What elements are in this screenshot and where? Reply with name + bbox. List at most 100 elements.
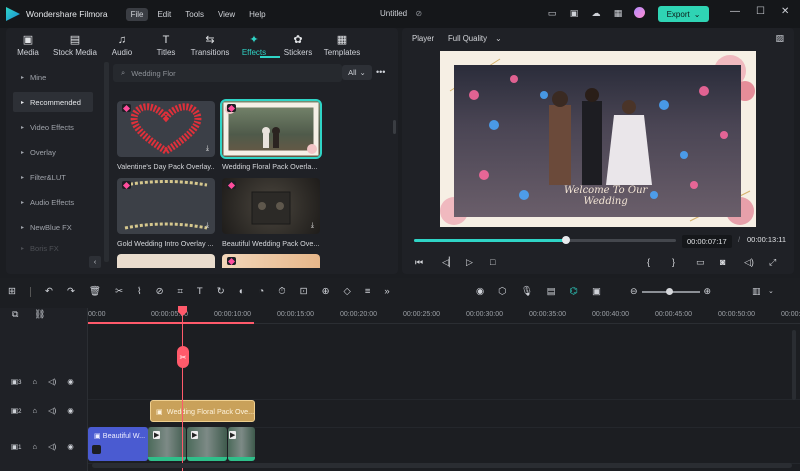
- microphone-icon[interactable]: 🎙: [521, 286, 533, 297]
- audio-split-icon[interactable]: ⌇: [137, 286, 142, 297]
- disable-icon[interactable]: ⊘: [156, 286, 164, 297]
- tab-titles[interactable]: T Titles: [144, 32, 188, 57]
- zoom-slider[interactable]: [641, 287, 700, 295]
- download-icon[interactable]: ⤓: [206, 145, 209, 153]
- volume-icon[interactable]: ◁): [744, 257, 754, 268]
- effect-thumbnail[interactable]: [220, 99, 322, 159]
- pip-icon[interactable]: ▣: [592, 286, 601, 297]
- snap-icon[interactable]: ⌬: [570, 286, 578, 297]
- zoom-in-icon[interactable]: ⊕: [704, 286, 712, 297]
- mask-icon[interactable]: ◇: [344, 286, 351, 297]
- zoom-out-icon[interactable]: ⊖: [630, 286, 638, 297]
- previous-frame-icon[interactable]: ⏮: [415, 257, 423, 268]
- eye-icon[interactable]: ◉: [67, 377, 74, 386]
- quality-dropdown[interactable]: Full Quality ⌄: [448, 34, 502, 43]
- cloud-upload-icon[interactable]: ☁: [590, 7, 602, 19]
- export-button[interactable]: Export ⌄: [658, 6, 709, 22]
- more-options-icon[interactable]: •••: [376, 67, 385, 77]
- effect-card[interactable]: [222, 254, 320, 268]
- text-icon[interactable]: T: [197, 286, 203, 297]
- sidebar-item-mine[interactable]: ▸ Mine: [13, 67, 93, 87]
- undo-icon[interactable]: ↶: [45, 286, 53, 297]
- snapshot-image-icon[interactable]: ▨: [775, 33, 784, 44]
- volume-icon[interactable]: ◁): [48, 377, 56, 386]
- progress-knob[interactable]: [561, 236, 570, 244]
- step-back-icon[interactable]: ◁▏: [442, 257, 456, 268]
- display-settings-icon[interactable]: ▭: [696, 257, 705, 268]
- menu-view[interactable]: View: [213, 8, 240, 21]
- volume-icon[interactable]: ◁): [48, 442, 56, 451]
- stop-icon[interactable]: □: [490, 257, 495, 267]
- sidebar-item-boris-fx[interactable]: ▸ Boris FX: [13, 242, 93, 254]
- snapshot-icon[interactable]: ◙: [720, 257, 725, 267]
- sidebar-item-overlay[interactable]: ▸ Overlay: [13, 142, 93, 162]
- menu-help[interactable]: Help: [244, 8, 270, 21]
- folder-icon[interactable]: ⌂: [32, 406, 37, 415]
- effect-clip[interactable]: ▣ Wedding Floral Pack Ove...: [150, 400, 255, 422]
- filter-dropdown[interactable]: All ⌄: [342, 65, 372, 80]
- layout-grid-icon[interactable]: ⊞: [8, 286, 16, 297]
- add-track-icon[interactable]: ⧉: [12, 309, 18, 320]
- playhead-line[interactable]: [182, 308, 183, 471]
- sidebar-item-audio-effects[interactable]: ▸ Audio Effects: [13, 192, 93, 212]
- crop-icon[interactable]: ⌗: [178, 286, 183, 297]
- speed-icon[interactable]: ◔: [258, 286, 264, 297]
- volume-icon[interactable]: ◁): [48, 406, 56, 415]
- fullscreen-icon[interactable]: ⤢: [769, 257, 776, 268]
- timeline-vertical-scrollbar[interactable]: [792, 330, 796, 400]
- tab-effects[interactable]: ✦ Effects: [232, 32, 276, 57]
- freeze-icon[interactable]: ⊡: [300, 286, 308, 297]
- effect-thumbnail[interactable]: [222, 254, 320, 268]
- chevron-down-icon[interactable]: ⌄: [768, 287, 774, 295]
- playhead-split-button[interactable]: ✂: [177, 346, 189, 368]
- sidebar-item-filter-lut[interactable]: ▸ Filter&LUT: [13, 167, 93, 187]
- effect-thumbnail[interactable]: ⤓: [222, 178, 320, 234]
- effect-thumbnail[interactable]: ⤓: [117, 101, 215, 157]
- eye-icon[interactable]: ◉: [67, 442, 74, 451]
- playback-progress-bar[interactable]: [414, 236, 676, 244]
- play-icon[interactable]: ▷: [466, 257, 473, 268]
- close-icon[interactable]: ✕: [781, 6, 789, 17]
- folder-icon[interactable]: ⌂: [32, 377, 37, 386]
- sidebar-item-video-effects[interactable]: ▸ Video Effects: [13, 117, 93, 137]
- color-icon[interactable]: ◐: [239, 286, 245, 297]
- menu-tools[interactable]: Tools: [180, 8, 209, 21]
- mark-out-icon[interactable]: }: [672, 257, 675, 267]
- marker-icon[interactable]: ⬡: [498, 286, 506, 297]
- title-clip[interactable]: ▣ Beautiful W...: [88, 427, 148, 461]
- delete-icon[interactable]: 🗑: [89, 286, 101, 297]
- render-icon[interactable]: ◉: [476, 286, 484, 297]
- effect-card-selected[interactable]: Wedding Floral Pack Overla...: [220, 99, 322, 171]
- video-clip[interactable]: ▶: [228, 427, 255, 461]
- layout-icon[interactable]: ▭: [546, 7, 558, 19]
- gift-icon[interactable]: ▦: [612, 7, 624, 19]
- zoom-slider-knob[interactable]: [665, 287, 673, 295]
- effect-card[interactable]: [117, 254, 215, 268]
- effect-thumbnail[interactable]: [117, 254, 215, 268]
- timeline-horizontal-scrollbar[interactable]: [92, 463, 792, 468]
- search-input[interactable]: Wedding Flor: [131, 69, 175, 78]
- avatar[interactable]: [634, 7, 645, 18]
- rotate-icon[interactable]: ↻: [217, 286, 225, 297]
- tab-audio[interactable]: ♫ Audio: [100, 32, 144, 57]
- collapse-sidebar-button[interactable]: ‹: [89, 256, 101, 268]
- tab-media[interactable]: ▣ Media: [6, 32, 50, 57]
- download-icon[interactable]: ⤓: [311, 222, 314, 230]
- sidebar-scrollbar[interactable]: [104, 62, 109, 262]
- cut-icon[interactable]: ✂: [115, 286, 123, 297]
- more-tools-icon[interactable]: »: [384, 286, 389, 297]
- effect-thumbnail[interactable]: ⤓: [117, 178, 215, 234]
- menu-file[interactable]: File: [125, 7, 149, 21]
- stabilize-icon[interactable]: ⊕: [322, 286, 330, 297]
- maximize-icon[interactable]: ☐: [756, 6, 765, 17]
- tab-stickers[interactable]: ✿ Stickers: [276, 32, 320, 57]
- download-icon[interactable]: ⤓: [206, 222, 209, 230]
- save-icon[interactable]: ▣: [568, 7, 580, 19]
- link-icon[interactable]: ⛓: [34, 309, 45, 320]
- video-clip[interactable]: ▶: [148, 427, 186, 461]
- sidebar-item-newblue-fx[interactable]: ▸ NewBlue FX: [13, 217, 93, 237]
- preview-canvas[interactable]: Welcome To Our Wedding: [440, 51, 756, 227]
- folder-icon[interactable]: ⌂: [32, 442, 37, 451]
- eye-icon[interactable]: ◉: [67, 406, 74, 415]
- adjust-icon[interactable]: ≡: [365, 286, 371, 297]
